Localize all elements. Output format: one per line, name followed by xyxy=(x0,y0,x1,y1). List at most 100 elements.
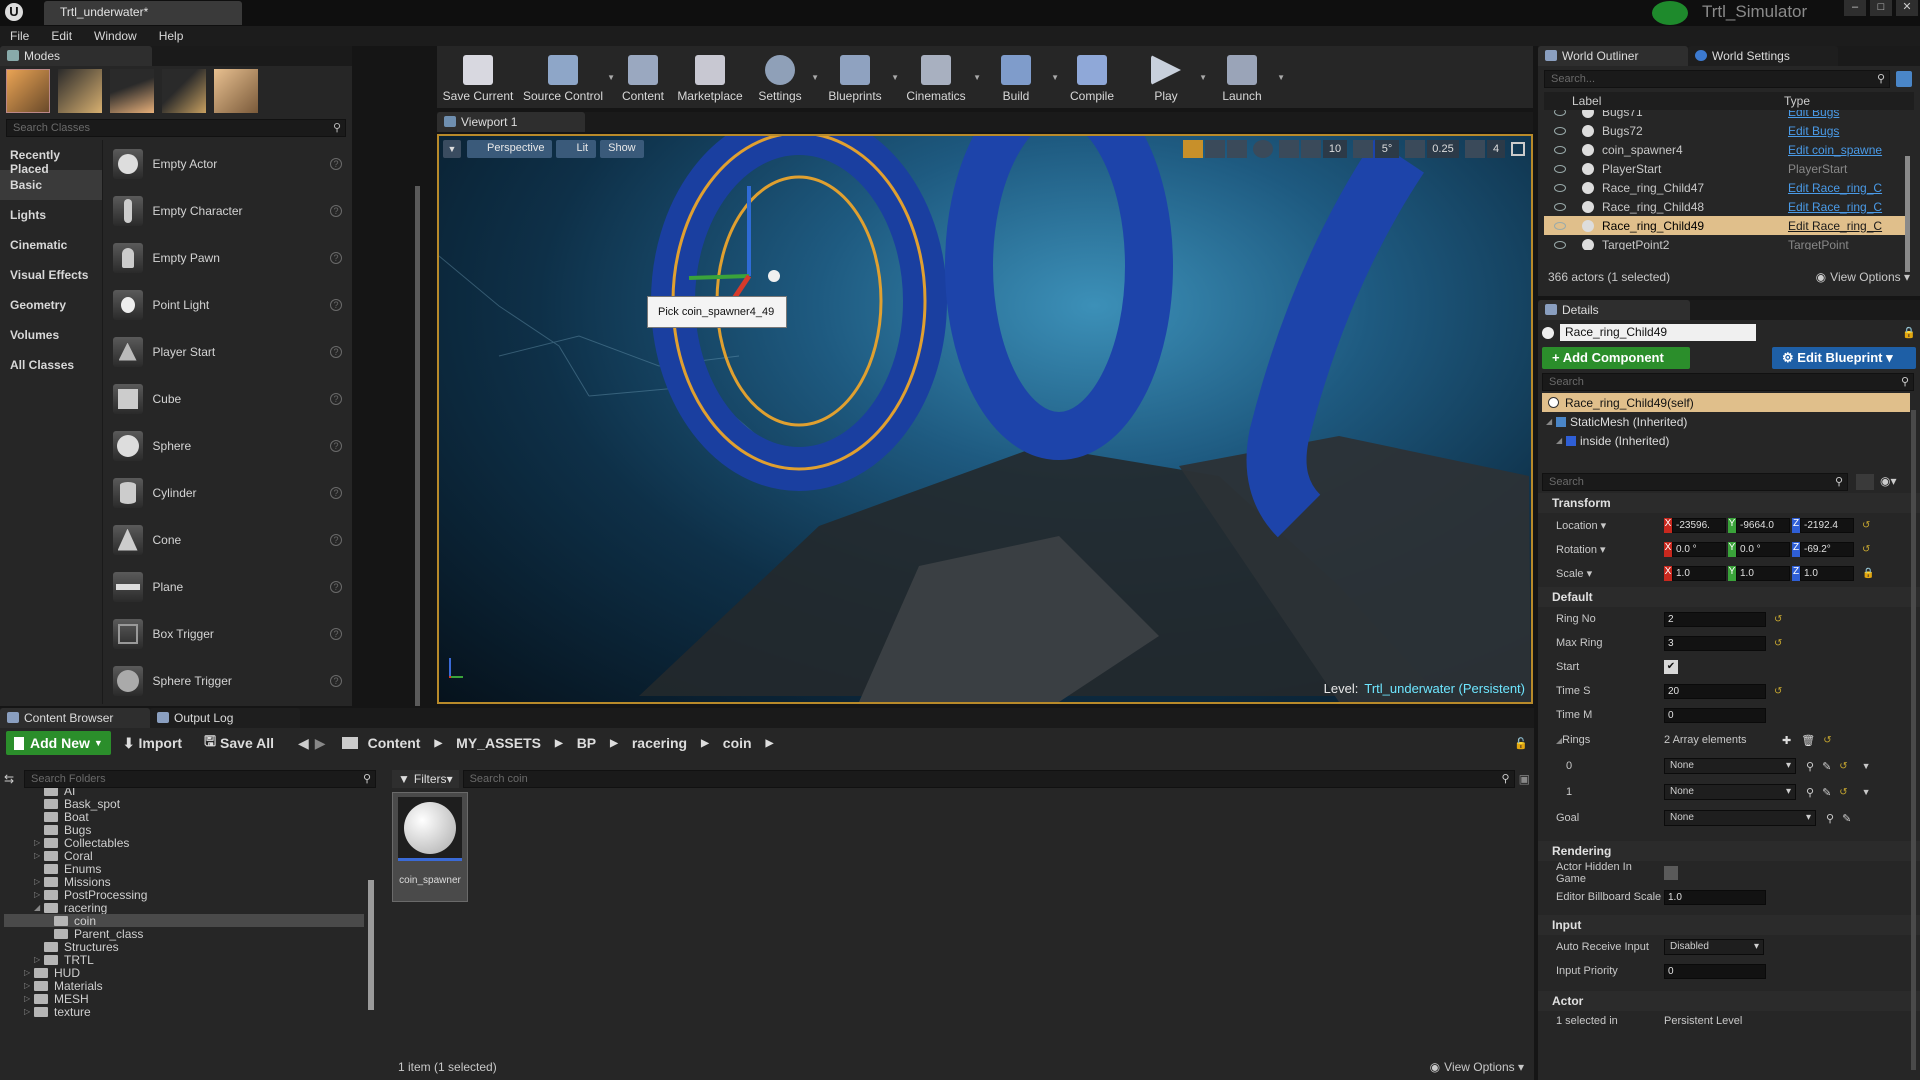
translate-mode-icon[interactable] xyxy=(1183,140,1203,158)
geometry-mode-icon[interactable] xyxy=(214,69,258,113)
outliner-row[interactable]: Bugs72 Edit Bugs xyxy=(1544,121,1906,140)
section-transform[interactable]: Transform xyxy=(1538,493,1920,513)
viewport-menu-button[interactable]: ▼ xyxy=(443,140,461,158)
tab-details[interactable]: Details xyxy=(1538,300,1690,320)
tab-content-browser[interactable]: Content Browser xyxy=(0,708,150,728)
asset-view-options[interactable]: ◉ View Options ▾ xyxy=(1430,1060,1524,1074)
outliner-row-type[interactable]: Edit Race_ring_C xyxy=(1788,181,1882,195)
help-icon[interactable]: ? xyxy=(330,486,342,499)
scale-x[interactable]: 1.0 xyxy=(1672,565,1726,581)
category-geometry[interactable]: Geometry xyxy=(0,290,102,320)
help-icon[interactable]: ? xyxy=(330,533,342,546)
section-rendering[interactable]: Rendering xyxy=(1538,841,1920,861)
category-volumes[interactable]: Volumes xyxy=(0,320,102,350)
close-icon[interactable]: ✕ xyxy=(1896,0,1918,16)
location-z[interactable]: -2192.4 xyxy=(1800,517,1854,533)
visibility-eye-icon[interactable] xyxy=(1554,164,1566,173)
rotation-x[interactable]: 0.0 ° xyxy=(1672,541,1726,557)
folder-item[interactable]: Enums xyxy=(4,862,364,876)
place-item[interactable]: Box Trigger? xyxy=(109,610,352,657)
place-item[interactable]: Empty Character? xyxy=(109,187,352,234)
menu-file[interactable]: File xyxy=(10,29,29,43)
section-default[interactable]: Default xyxy=(1538,587,1920,607)
breadcrumb-my-assets[interactable]: MY_ASSETS xyxy=(456,735,541,751)
folder-item[interactable]: Boat xyxy=(4,810,364,824)
max-ring-input[interactable]: 3 xyxy=(1664,635,1766,651)
outliner-row-type[interactable]: Edit Bugs xyxy=(1788,124,1839,138)
reset-icon[interactable]: ↺ xyxy=(1839,761,1847,772)
filters-button[interactable]: ▼ Filters ▾ xyxy=(392,770,459,788)
ring-1-dropdown[interactable]: None ▾ xyxy=(1664,784,1796,800)
visibility-eye-icon[interactable] xyxy=(1554,126,1566,135)
section-input[interactable]: Input xyxy=(1538,915,1920,935)
outliner-view-options[interactable]: ◉ View Options ▾ xyxy=(1816,270,1910,284)
picker-icon[interactable]: ✎ xyxy=(1822,786,1831,799)
outliner-scrollbar[interactable] xyxy=(1905,156,1910,272)
folder-item[interactable]: ◢ racering xyxy=(4,901,364,915)
place-item[interactable]: Sphere Trigger? xyxy=(109,657,352,704)
surface-snap-icon[interactable] xyxy=(1279,140,1299,158)
folder-item[interactable]: Parent_class xyxy=(4,927,364,941)
picker-icon[interactable]: ✎ xyxy=(1842,812,1851,825)
outliner-search-input[interactable]: Search... ⚲ xyxy=(1544,70,1890,88)
category-recently-placed[interactable]: Recently Placed xyxy=(0,140,102,176)
reset-icon[interactable]: ↺ xyxy=(1862,520,1870,531)
place-item[interactable]: Cube? xyxy=(109,375,352,422)
save-search-icon[interactable]: ▣ xyxy=(1519,772,1530,786)
time-s-input[interactable]: 20 xyxy=(1664,683,1766,699)
search-folders-input[interactable]: Search Folders ⚲ xyxy=(24,770,376,788)
tab-world-outliner[interactable]: World Outliner xyxy=(1538,46,1688,66)
folder-item[interactable]: ▷ texture xyxy=(4,1005,364,1019)
perspective-button[interactable]: Perspective xyxy=(467,140,553,158)
reset-icon[interactable]: ↺ xyxy=(1774,638,1782,649)
expand-arrow-icon[interactable]: ▷ xyxy=(24,994,34,1003)
billboard-scale-input[interactable]: 1.0 xyxy=(1664,889,1766,905)
place-item[interactable]: Empty Pawn? xyxy=(109,234,352,281)
reset-icon[interactable]: ↺ xyxy=(1774,686,1782,697)
category-visual-effects[interactable]: Visual Effects xyxy=(0,260,102,290)
ring-no-input[interactable]: 2 xyxy=(1664,611,1766,627)
expand-arrow-icon[interactable]: ▷ xyxy=(34,877,44,886)
rotation-snap-icon[interactable] xyxy=(1353,140,1373,158)
help-icon[interactable]: ? xyxy=(330,345,342,358)
location-label[interactable]: Location ▾ xyxy=(1538,519,1664,532)
outliner-row-type[interactable]: Edit Bugs xyxy=(1788,110,1839,119)
edit-blueprint-button[interactable]: ⚙ Edit Blueprint ▾ xyxy=(1772,347,1916,369)
folder-item[interactable]: ▷ Materials xyxy=(4,979,364,993)
collapse-arrow-icon[interactable]: ◢ xyxy=(34,903,44,912)
content-button[interactable]: Content xyxy=(611,47,675,107)
folder-item[interactable]: AI xyxy=(4,788,364,798)
cinematics-button[interactable]: Cinematics ▼ xyxy=(895,47,981,107)
place-item[interactable]: Empty Actor? xyxy=(109,140,352,187)
world-space-icon[interactable] xyxy=(1253,140,1273,158)
picker-icon[interactable]: ✎ xyxy=(1822,760,1831,773)
help-icon[interactable]: ? xyxy=(330,157,342,170)
add-component-button[interactable]: + Add Component xyxy=(1542,347,1690,369)
trash-icon[interactable]: 🗑 xyxy=(1801,734,1815,747)
place-item[interactable]: Sphere? xyxy=(109,422,352,469)
grid-snap-icon[interactable] xyxy=(1301,140,1321,158)
col-label[interactable]: Label xyxy=(1544,94,1784,108)
build-button[interactable]: Build ▼ xyxy=(977,47,1059,107)
modes-scrollbar[interactable] xyxy=(415,186,420,706)
outliner-row[interactable]: Race_ring_Child47 Edit Race_ring_C xyxy=(1544,178,1906,197)
viewport[interactable]: ▼ Perspective Lit Show 10 5° 0.25 4 Pick… xyxy=(437,134,1533,704)
expand-arrow-icon[interactable]: ▷ xyxy=(24,1007,34,1016)
landscape-mode-icon[interactable] xyxy=(110,69,154,113)
blueprints-button[interactable]: Blueprints ▼ xyxy=(815,47,899,107)
forward-icon[interactable]: ▶ xyxy=(315,735,326,752)
expand-arrow-icon[interactable]: ▷ xyxy=(24,968,34,977)
settings-button[interactable]: Settings ▼ xyxy=(745,47,819,107)
tab-output-log[interactable]: Output Log xyxy=(150,708,300,728)
breadcrumb-bp[interactable]: BP xyxy=(577,735,596,751)
help-icon[interactable]: ? xyxy=(330,251,342,264)
document-tab[interactable]: Trtl_underwater* xyxy=(44,1,242,25)
place-item[interactable]: Point Light? xyxy=(109,281,352,328)
place-item[interactable]: Cone? xyxy=(109,516,352,563)
place-mode-icon[interactable] xyxy=(6,69,50,113)
menu-help[interactable]: Help xyxy=(159,29,184,43)
help-icon[interactable]: ? xyxy=(330,392,342,405)
menu-window[interactable]: Window xyxy=(94,29,137,43)
camera-speed-icon[interactable] xyxy=(1465,140,1485,158)
rotation-z[interactable]: -69.2° xyxy=(1800,541,1854,557)
